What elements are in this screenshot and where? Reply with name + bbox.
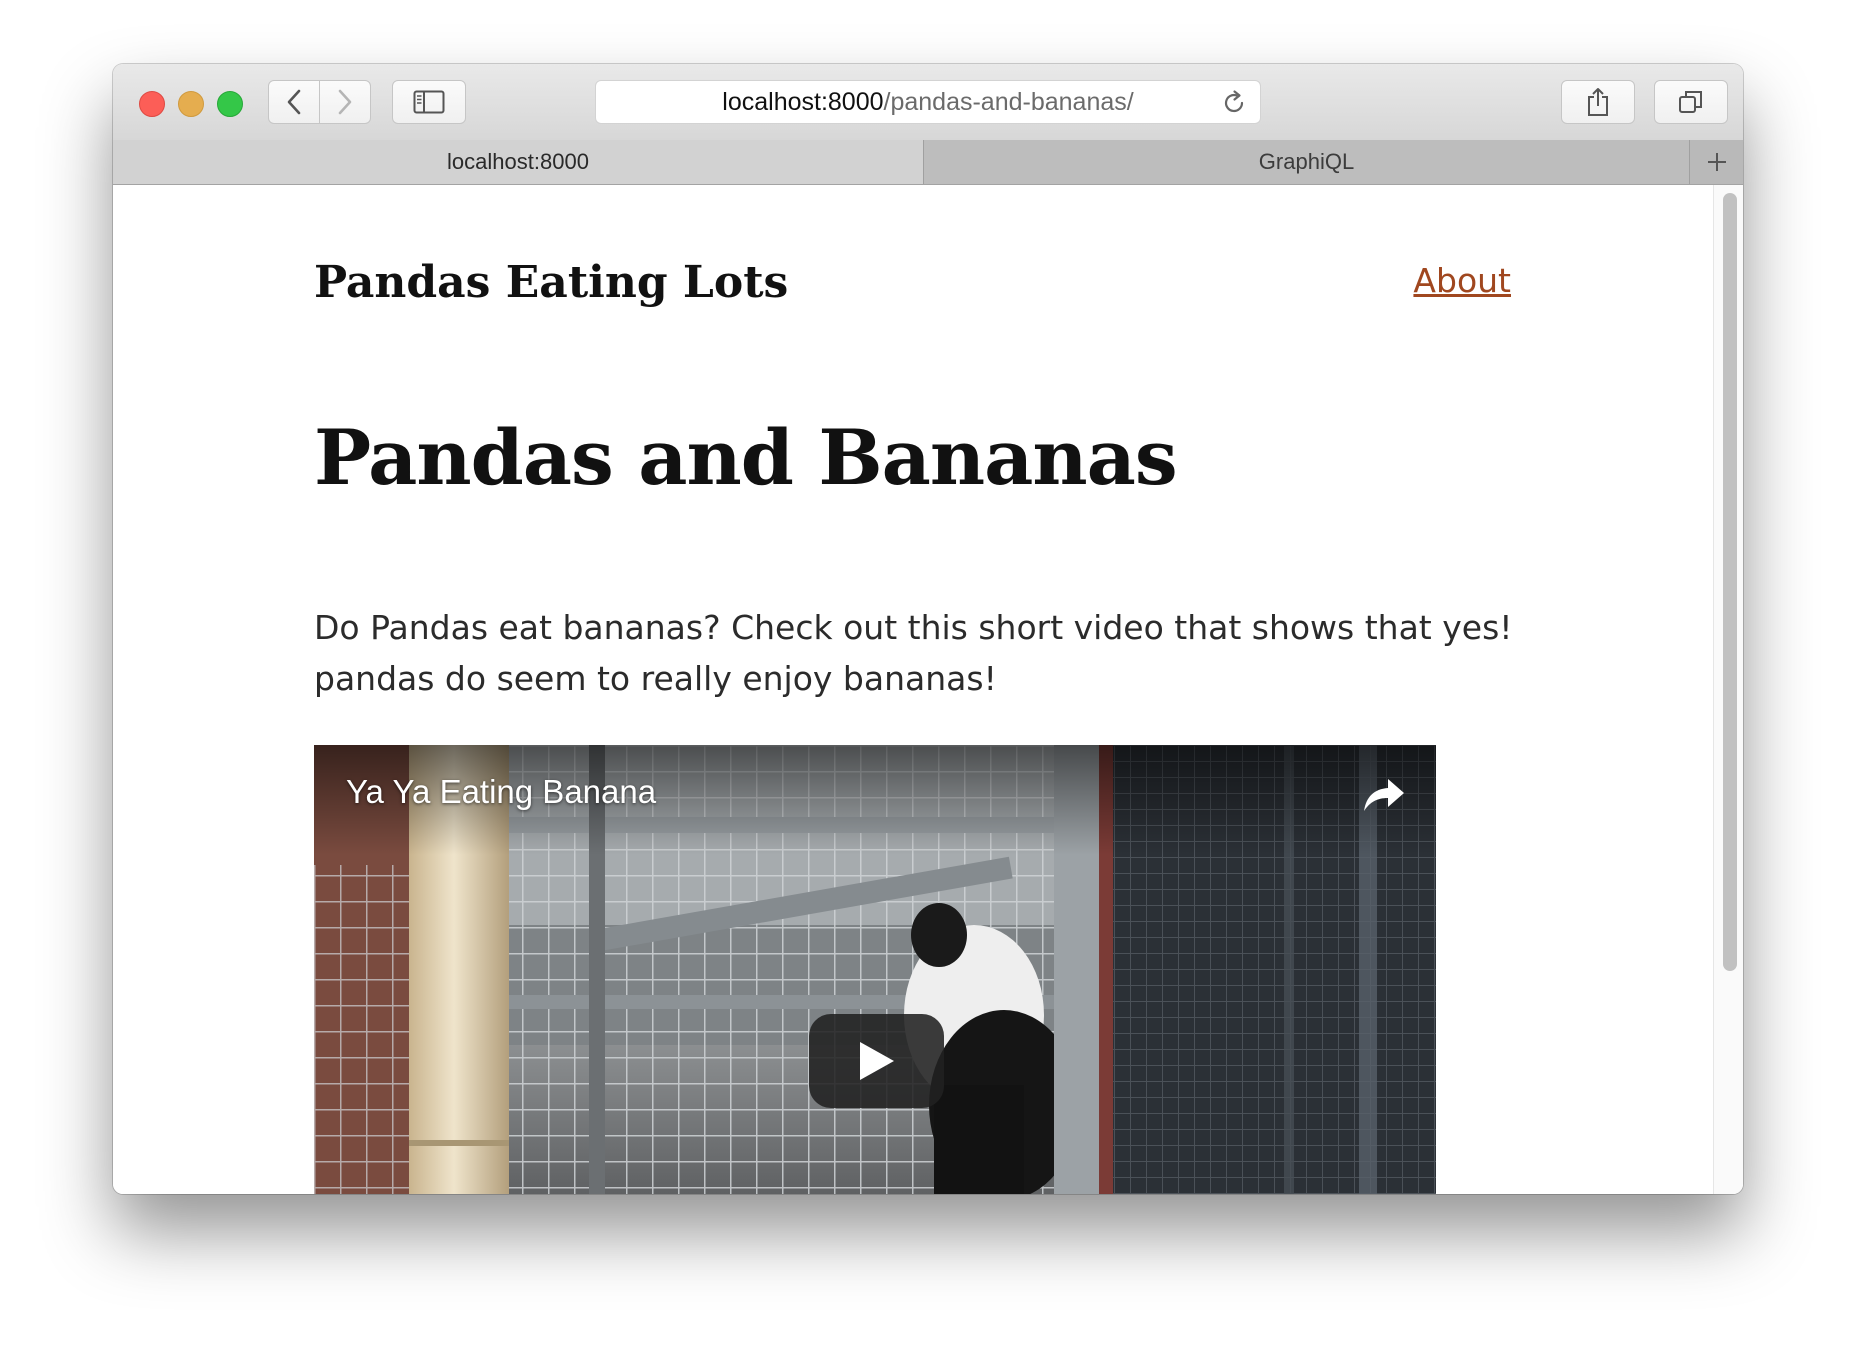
tab-bar: localhost:8000 GraphiQL (113, 140, 1743, 185)
chevron-right-icon (338, 89, 352, 115)
play-icon (859, 1042, 894, 1080)
close-window-button[interactable] (139, 91, 165, 117)
tab-localhost[interactable]: localhost:8000 (113, 140, 924, 184)
show-sidebar-button[interactable] (392, 80, 466, 124)
video-thumbnail (314, 745, 1436, 1194)
maximize-window-button[interactable] (217, 91, 243, 117)
forward-button[interactable] (320, 81, 370, 123)
share-button[interactable] (1561, 80, 1635, 124)
share-icon (1588, 88, 1608, 116)
url-host: localhost:8000 (722, 87, 884, 116)
url-path: /pandas-and-bananas/ (883, 87, 1134, 116)
video-title[interactable]: Ya Ya Eating Banana (346, 773, 656, 811)
sidebar-icon (413, 90, 445, 114)
navigation-buttons (268, 80, 371, 124)
tabs-overview-icon (1679, 91, 1702, 113)
play-button[interactable] (809, 1014, 944, 1108)
tabs-overview-button[interactable] (1654, 80, 1728, 124)
about-link[interactable]: About (1413, 261, 1511, 300)
post-title: Pandas and Bananas (314, 413, 1178, 502)
chevron-left-icon (287, 89, 301, 115)
page-content: Pandas Eating Lots About Pandas and Bana… (113, 185, 1743, 1194)
browser-toolbar: localhost:8000/pandas-and-bananas/ (113, 64, 1743, 141)
tab-graphiql[interactable]: GraphiQL (924, 140, 1690, 184)
back-button[interactable] (269, 81, 320, 123)
new-tab-button[interactable] (1690, 140, 1743, 184)
minimize-window-button[interactable] (178, 91, 204, 117)
site-title[interactable]: Pandas Eating Lots (314, 257, 788, 308)
video-player[interactable]: Ya Ya Eating Banana (314, 745, 1436, 1194)
browser-window: localhost:8000/pandas-and-bananas/ local… (113, 64, 1743, 1194)
scrollbar-thumb[interactable] (1723, 193, 1737, 971)
post-body: Do Pandas eat bananas? Check out this sh… (314, 608, 1513, 698)
scrollbar[interactable] (1713, 185, 1743, 1194)
address-bar[interactable]: localhost:8000/pandas-and-bananas/ (595, 80, 1261, 124)
share-arrow-icon[interactable] (1360, 775, 1408, 815)
plus-icon (1707, 153, 1726, 171)
reload-icon[interactable] (1220, 89, 1248, 117)
